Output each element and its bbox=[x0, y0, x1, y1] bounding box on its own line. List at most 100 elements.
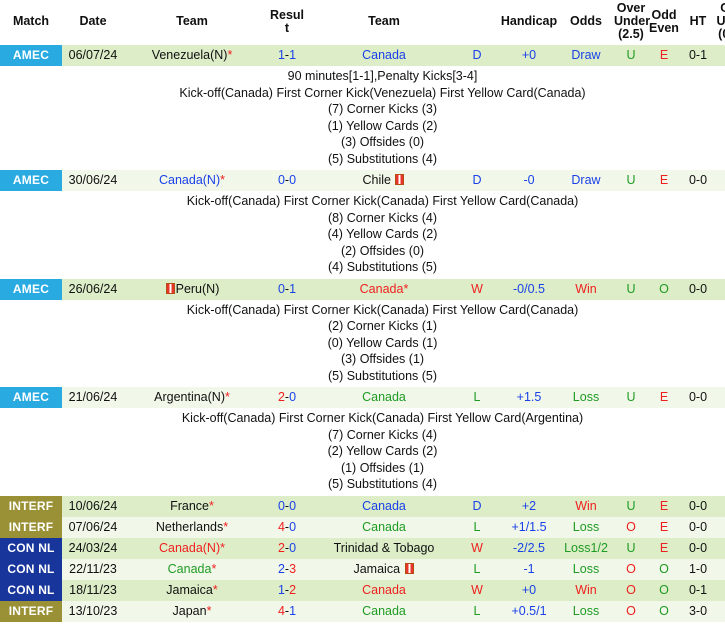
league-badge[interactable]: AMEC bbox=[0, 45, 62, 66]
away-team[interactable]: Canada bbox=[314, 45, 454, 66]
home-team[interactable]: Argentina(N)* bbox=[124, 387, 260, 408]
home-team-name[interactable]: Venezuela(N) bbox=[152, 45, 228, 66]
league-badge-cell[interactable]: CON NL bbox=[0, 558, 62, 580]
match-date: 07/06/24 bbox=[62, 516, 124, 538]
table-row[interactable]: CON NL 18/11/23 Jamaica* 1-2 Canada W +0 Win O O… bbox=[0, 579, 725, 601]
league-badge-cell[interactable]: AMEC bbox=[0, 45, 62, 66]
match-detail-stats: Kick-off(Canada) First Corner Kick(Canad… bbox=[0, 193, 725, 276]
home-team-name[interactable]: Peru(N) bbox=[176, 279, 220, 300]
table-row[interactable]: INTERF 10/06/24 France* 0-0 Canada D +2 Win U E 0… bbox=[0, 495, 725, 517]
column-header-match: Match bbox=[0, 0, 62, 45]
home-team[interactable]: Canada(N)* bbox=[124, 537, 260, 559]
home-team[interactable]: Japan* bbox=[124, 600, 260, 622]
column-header-handicap: Handicap bbox=[500, 0, 558, 45]
league-badge[interactable]: INTERF bbox=[0, 516, 62, 538]
away-team-name[interactable]: Canada bbox=[362, 45, 406, 66]
home-team[interactable]: Canada* bbox=[124, 558, 260, 580]
league-badge-cell[interactable]: AMEC bbox=[0, 387, 62, 408]
away-team-name[interactable]: Chile bbox=[363, 170, 392, 191]
away-team-name[interactable]: Jamaica bbox=[353, 559, 400, 580]
column-header-over-under-25: Over Under (2.5) bbox=[614, 0, 650, 45]
home-team-name[interactable]: Japan bbox=[173, 601, 207, 622]
home-team-name[interactable]: Jamaica bbox=[166, 580, 213, 601]
league-badge[interactable]: AMEC bbox=[0, 387, 62, 408]
league-badge[interactable]: CON NL bbox=[0, 558, 62, 580]
table-row[interactable]: CON NL 22/11/23 Canada* 2-3 Jamaica L -1 Loss O… bbox=[0, 558, 725, 580]
league-badge-cell[interactable]: CON NL bbox=[0, 537, 62, 559]
home-team-name[interactable]: Canada(N) bbox=[159, 170, 220, 191]
away-team-name[interactable]: Canada bbox=[362, 517, 406, 538]
away-team-name[interactable]: Canada bbox=[362, 496, 406, 517]
result-wdl: D bbox=[454, 170, 500, 191]
league-badge-cell[interactable]: AMEC bbox=[0, 170, 62, 191]
column-header-result-line1: Resul bbox=[269, 7, 305, 22]
home-team[interactable]: France* bbox=[124, 495, 260, 517]
over-under-075-result: O bbox=[716, 558, 725, 580]
home-team-name[interactable]: Canada(N) bbox=[159, 538, 220, 559]
league-badge-cell[interactable]: AMEC bbox=[0, 278, 62, 300]
match-score: 0-0 bbox=[260, 495, 314, 517]
table-row[interactable]: AMEC 06/07/24 Venezuela(N)* 1-1 Canada D +0 Dr… bbox=[0, 45, 725, 66]
away-team-name[interactable]: Trinidad & Tobago bbox=[334, 538, 435, 559]
league-badge-cell[interactable]: INTERF bbox=[0, 516, 62, 538]
away-team[interactable]: Canada bbox=[314, 516, 454, 538]
league-badge[interactable]: CON NL bbox=[0, 579, 62, 601]
league-badge-cell[interactable]: INTERF bbox=[0, 600, 62, 622]
table-row[interactable]: AMEC 30/06/24 Canada(N)* 0-0 Chile D -0 Draw U E… bbox=[0, 170, 725, 191]
home-team-name[interactable]: Canada bbox=[168, 559, 212, 580]
away-team[interactable]: Canada bbox=[314, 495, 454, 517]
home-away-star: * bbox=[227, 48, 233, 62]
home-team-name[interactable]: Argentina(N) bbox=[154, 387, 225, 408]
away-team-name[interactable]: Canada bbox=[360, 279, 404, 300]
score-away: 0 bbox=[289, 498, 297, 513]
table-row[interactable]: AMEC 21/06/24 Argentina(N)* 2-0 Canada L +1.5… bbox=[0, 387, 725, 408]
home-team-name[interactable]: France bbox=[170, 496, 209, 517]
league-badge[interactable]: INTERF bbox=[0, 600, 62, 622]
score-away: 3 bbox=[289, 561, 297, 576]
oe-l1: Odd bbox=[651, 7, 677, 22]
league-badge[interactable]: INTERF bbox=[0, 495, 62, 517]
league-badge-cell[interactable]: INTERF bbox=[0, 495, 62, 517]
match-detail-row: Kick-off(Canada) First Corner Kick(Canad… bbox=[0, 408, 725, 496]
table-row[interactable]: AMEC 26/06/24 Peru(N) 0-1 Canada* W -0/0.5 Win… bbox=[0, 278, 725, 300]
away-team-name[interactable]: Canada bbox=[362, 580, 406, 601]
table-row[interactable]: INTERF 13/10/23 Japan* 4-1 Canada L +0.5/1 Los… bbox=[0, 600, 725, 622]
match-detail-line: (4) Yellow Cards (2) bbox=[327, 227, 438, 241]
away-team[interactable]: Canada bbox=[314, 579, 454, 601]
handicap-value: +0 bbox=[500, 45, 558, 66]
away-team-name[interactable]: Canada bbox=[362, 387, 406, 408]
home-team[interactable]: Jamaica* bbox=[124, 579, 260, 601]
away-team[interactable]: Trinidad & Tobago bbox=[314, 537, 454, 559]
league-badge-cell[interactable]: CON NL bbox=[0, 579, 62, 601]
away-team[interactable]: Jamaica bbox=[314, 558, 454, 580]
home-team-name[interactable]: Netherlands bbox=[156, 517, 223, 538]
odds-result: Win bbox=[558, 579, 614, 601]
result-wdl: W bbox=[454, 278, 500, 300]
league-badge[interactable]: AMEC bbox=[0, 170, 62, 191]
home-team[interactable]: Canada(N)* bbox=[124, 170, 260, 191]
match-score: 1-1 bbox=[260, 45, 314, 66]
home-team[interactable]: Netherlands* bbox=[124, 516, 260, 538]
half-time-score: 0-1 bbox=[680, 579, 716, 601]
home-team[interactable]: Peru(N) bbox=[124, 278, 260, 300]
odd-even-result: O bbox=[648, 579, 680, 601]
league-badge[interactable]: AMEC bbox=[0, 278, 62, 300]
score-home: 0 bbox=[277, 498, 285, 513]
table-row[interactable]: INTERF 07/06/24 Netherlands* 4-0 Canada L +1/… bbox=[0, 516, 725, 538]
home-team[interactable]: Venezuela(N)* bbox=[124, 45, 260, 66]
match-score: 4-1 bbox=[260, 600, 314, 622]
match-detail-row: 90 minutes[1-1],Penalty Kicks[3-4] Kick-o… bbox=[0, 66, 725, 170]
half-time-score: 3-0 bbox=[680, 600, 716, 622]
match-detail-line: (0) Yellow Cards (1) bbox=[327, 335, 438, 350]
match-detail-line: (1) Offsides (1) bbox=[340, 460, 425, 475]
away-team[interactable]: Chile bbox=[314, 170, 454, 191]
half-time-score: 0-0 bbox=[680, 278, 716, 300]
league-badge[interactable]: CON NL bbox=[0, 537, 62, 559]
table-row[interactable]: CON NL 24/03/24 Canada(N)* 2-0 Trinidad & To… bbox=[0, 537, 725, 559]
away-team[interactable]: Canada* bbox=[314, 278, 454, 300]
away-team[interactable]: Canada bbox=[314, 387, 454, 408]
away-team[interactable]: Canada bbox=[314, 600, 454, 622]
result-wdl: D bbox=[454, 495, 500, 517]
away-team-name[interactable]: Canada bbox=[362, 601, 406, 622]
home-away-star: * bbox=[211, 561, 217, 576]
